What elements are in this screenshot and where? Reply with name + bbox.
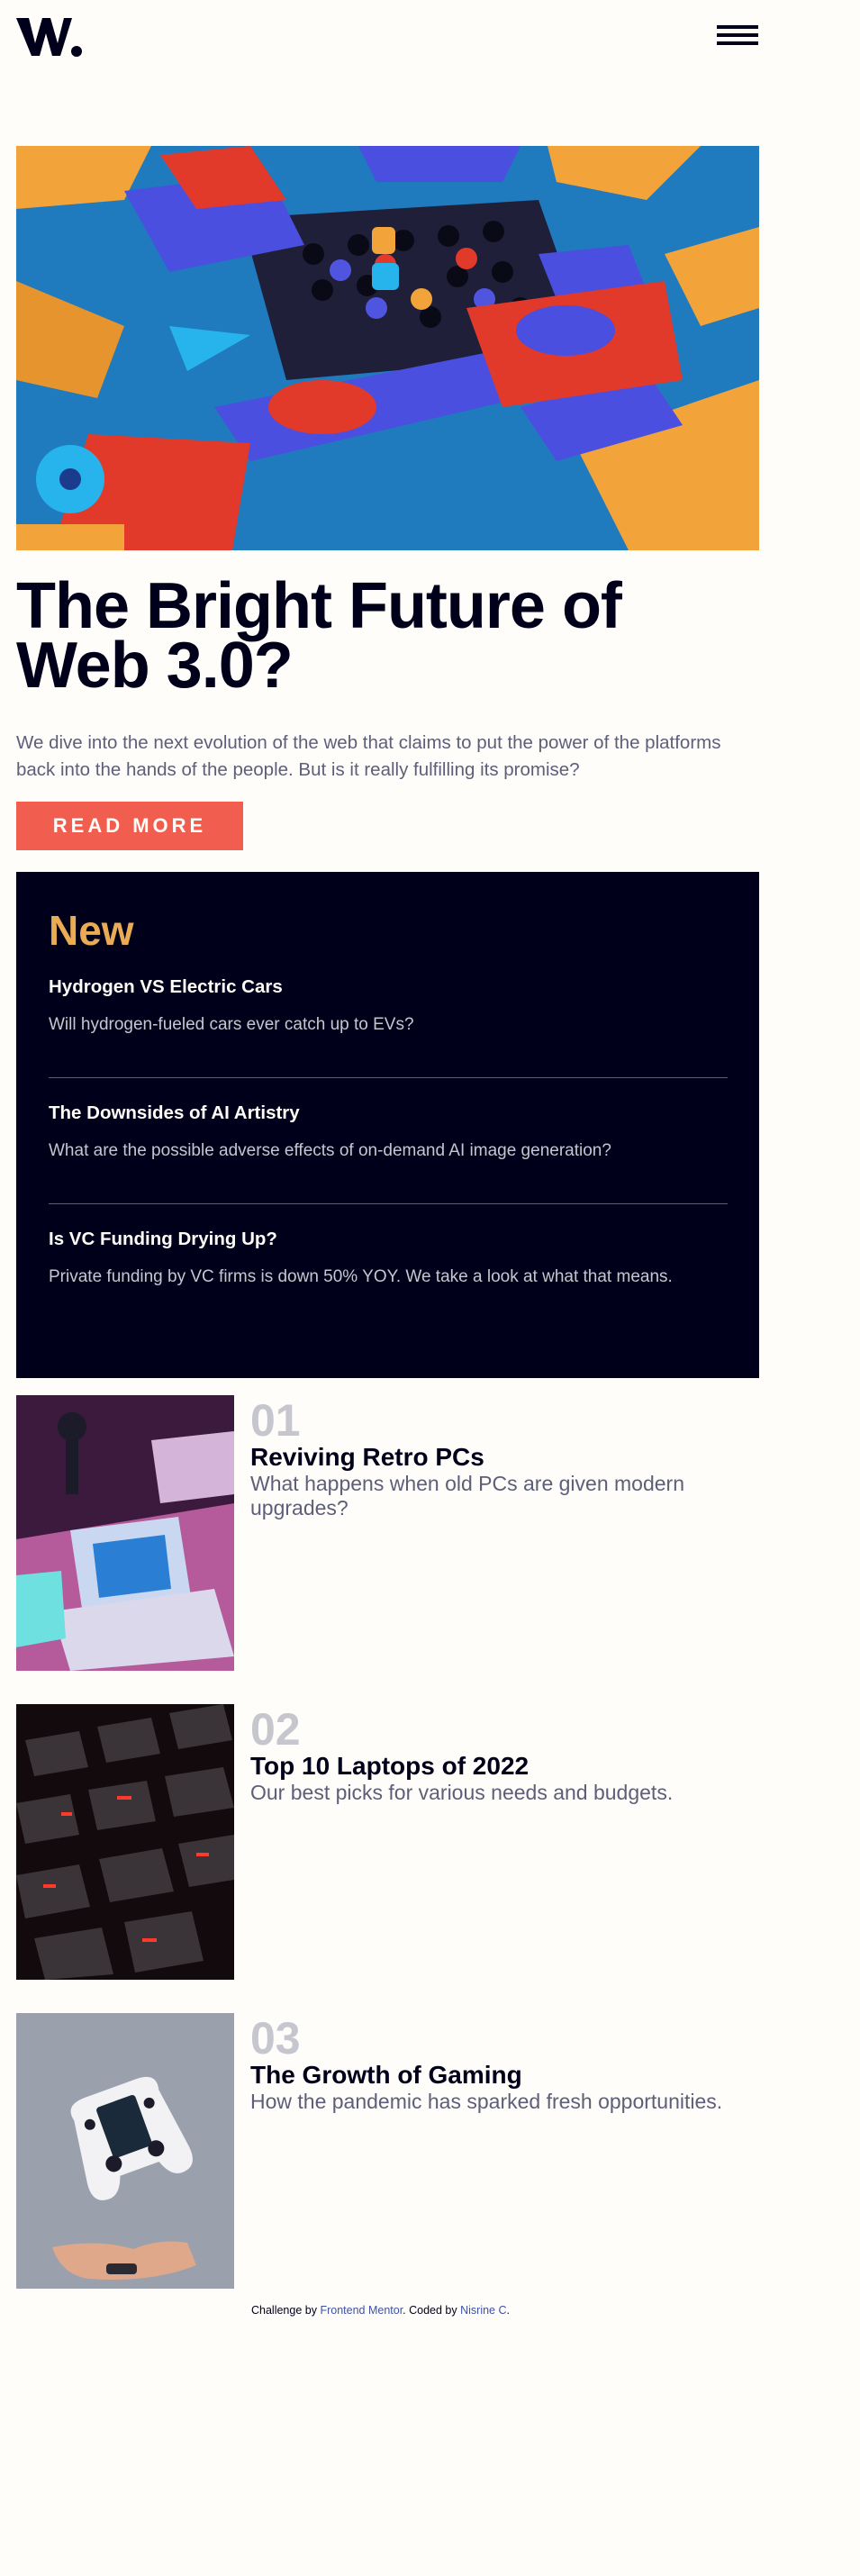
hero-description: We dive into the next evolution of the w…: [16, 732, 721, 780]
hero-title-line2: Web 3.0?: [16, 630, 294, 702]
new-articles-panel: New Hydrogen VS Electric Cars Will hydro…: [16, 872, 759, 1378]
divider: [49, 1203, 728, 1204]
new-item-title[interactable]: Is VC Funding Drying Up?: [49, 1229, 728, 1250]
article-description: What happens when old PCs are given mode…: [250, 1472, 685, 1519]
new-heading: New: [49, 907, 134, 954]
new-item[interactable]: Hydrogen VS Electric Cars Will hydrogen-…: [49, 976, 728, 1038]
laptop-keyboard-image: [16, 1704, 234, 1980]
new-item-text: Private funding by VC firms is down 50% …: [49, 1267, 673, 1286]
hamburger-menu-icon[interactable]: [717, 25, 758, 47]
footer-prefix: Challenge by: [251, 2304, 321, 2317]
w-logo-icon[interactable]: [16, 16, 83, 58]
new-item[interactable]: Is VC Funding Drying Up? Private funding…: [49, 1229, 728, 1290]
retro-pc-image: [16, 1395, 234, 1671]
footer-suffix: .: [506, 2304, 510, 2317]
article-number: 03: [250, 2013, 301, 2064]
article-number: 01: [250, 1395, 301, 1446]
footer-middle: . Coded by: [403, 2304, 461, 2317]
article-number: 02: [250, 1704, 301, 1755]
page: The Bright Future of Web 3.0? We dive in…: [0, 0, 860, 2576]
article-description: Our best picks for various needs and bud…: [250, 1781, 674, 1804]
new-item-title[interactable]: The Downsides of AI Artistry: [49, 1102, 728, 1124]
new-item-text: Will hydrogen-fueled cars ever catch up …: [49, 1015, 414, 1034]
read-more-button[interactable]: READ MORE: [16, 802, 243, 850]
new-item-title[interactable]: Hydrogen VS Electric Cars: [49, 976, 728, 998]
article-title[interactable]: Top 10 Laptops of 2022: [250, 1752, 529, 1781]
hero-image: [16, 146, 759, 550]
game-controller-image: [16, 2013, 234, 2289]
article-title[interactable]: The Growth of Gaming: [250, 2061, 522, 2090]
divider: [49, 1077, 728, 1078]
hero-title: The Bright Future of Web 3.0?: [16, 570, 759, 702]
author-link[interactable]: Nisrine C: [460, 2304, 506, 2317]
hero-title-line1: The Bright Future of: [16, 570, 622, 642]
article-title[interactable]: Reviving Retro PCs: [250, 1443, 484, 1472]
article-description: How the pandemic has sparked fresh oppor…: [250, 2090, 723, 2113]
frontend-mentor-link[interactable]: Frontend Mentor: [320, 2304, 403, 2317]
attribution-footer: Challenge by Frontend Mentor. Coded by N…: [251, 2304, 510, 2317]
new-item[interactable]: The Downsides of AI Artistry What are th…: [49, 1102, 728, 1164]
new-item-text: What are the possible adverse effects of…: [49, 1141, 611, 1160]
